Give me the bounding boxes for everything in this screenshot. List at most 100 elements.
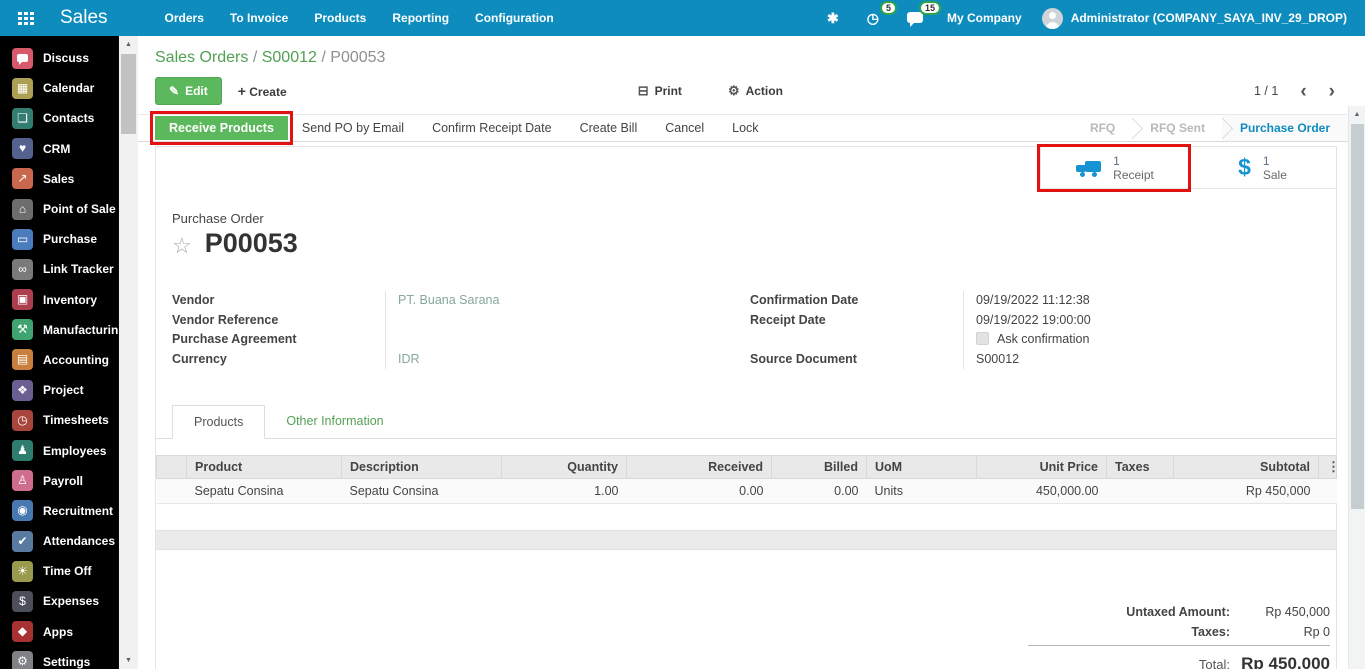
scroll-down-icon[interactable]: ▼ bbox=[119, 657, 138, 664]
sidebar-item-discuss[interactable]: Discuss bbox=[0, 43, 118, 73]
sidebar-item-project[interactable]: ❖ Project bbox=[0, 375, 118, 405]
product-cell: Sepatu Consina bbox=[186, 478, 342, 504]
scroll-up-icon[interactable]: ▲ bbox=[119, 41, 138, 48]
sidebar-item-accounting[interactable]: ▤ Accounting bbox=[0, 345, 118, 375]
top-navbar: Sales Orders To Invoice Products Reporti… bbox=[0, 0, 1365, 36]
subtotal-cell: Rp 450,000 bbox=[1173, 478, 1319, 504]
sidebar-item-point-of-sale[interactable]: ⌂ Point of Sale bbox=[0, 194, 118, 224]
edit-button[interactable]: ✎ Edit bbox=[155, 77, 222, 105]
time-off-icon: ☀ bbox=[12, 560, 33, 582]
sidebar-item-settings[interactable]: ⚙ Settings bbox=[0, 647, 118, 669]
title-block: Purchase Order ☆ P00053 bbox=[156, 189, 1336, 257]
sidebar-item-timesheets[interactable]: ◷ Timesheets bbox=[0, 405, 118, 435]
ask-confirmation-checkbox[interactable] bbox=[976, 332, 989, 345]
product-column-header: Product bbox=[186, 455, 342, 479]
billed-cell: 0.00 bbox=[771, 478, 867, 504]
sale-stat-button[interactable]: $ 1 Sale bbox=[1188, 147, 1336, 189]
sidebar-item-attendances[interactable]: ✔ Attendances bbox=[0, 526, 118, 556]
content-scrollbar[interactable]: ▲ bbox=[1348, 106, 1365, 669]
step-purchase-order[interactable]: Purchase Order bbox=[1221, 115, 1348, 141]
sidebar-item-sales[interactable]: ↗ Sales bbox=[0, 164, 118, 194]
field-groups: Vendor PT. Buana Sarana Vendor Reference… bbox=[172, 291, 1320, 369]
untaxed-amount-label: Untaxed Amount: bbox=[1126, 605, 1230, 619]
step-rfq-sent[interactable]: RFQ Sent bbox=[1132, 115, 1223, 141]
right-field-group: Confirmation Date 09/19/2022 11:12:38 Re… bbox=[750, 291, 1320, 369]
table-row[interactable]: Sepatu Consina Sepatu Consina 1.00 0.00 … bbox=[156, 478, 1337, 504]
messages-badge: 15 bbox=[918, 1, 941, 15]
print-button[interactable]: ⊟ Print bbox=[638, 83, 682, 99]
sidebar-item-label: Recruitment bbox=[43, 503, 114, 518]
favorite-star-icon[interactable]: ☆ bbox=[172, 235, 192, 257]
payroll-icon: ♙ bbox=[12, 470, 33, 492]
chat-bubble-icon bbox=[907, 12, 923, 27]
breadcrumb-sales-orders[interactable]: Sales Orders bbox=[155, 49, 248, 66]
sidebar-item-expenses[interactable]: $ Expenses bbox=[0, 586, 118, 616]
sidebar-item-label: Time Off bbox=[43, 564, 92, 579]
lock-button[interactable]: Lock bbox=[718, 115, 772, 141]
handle-column-header bbox=[156, 455, 187, 479]
apps-grid-icon[interactable] bbox=[18, 11, 34, 25]
messages-icon[interactable]: 15 bbox=[903, 1, 941, 27]
unit-price-cell: 450,000.00 bbox=[976, 478, 1107, 504]
receive-products-button[interactable]: Receive Products bbox=[150, 111, 293, 145]
expenses-icon: $ bbox=[12, 590, 33, 612]
receipt-count: 1 bbox=[1113, 153, 1120, 168]
currency-value[interactable]: IDR bbox=[385, 349, 750, 369]
breadcrumb-s00012[interactable]: S00012 bbox=[262, 49, 317, 66]
scroll-up-icon[interactable]: ▲ bbox=[1349, 111, 1365, 118]
column-options-icon[interactable]: ⋮ bbox=[1327, 459, 1336, 474]
sidebar-item-purchase[interactable]: ▭ Purchase bbox=[0, 224, 118, 254]
pager-previous-icon[interactable]: ‹ bbox=[1300, 82, 1306, 101]
sidebar-item-payroll[interactable]: ♙ Payroll bbox=[0, 466, 118, 496]
tab-products[interactable]: Products bbox=[172, 405, 266, 439]
create-button[interactable]: + Create bbox=[238, 83, 287, 99]
sidebar-item-inventory[interactable]: ▣ Inventory bbox=[0, 285, 118, 315]
sidebar-item-crm[interactable]: ♥ CRM bbox=[0, 134, 118, 164]
edit-label: Edit bbox=[185, 84, 208, 98]
tab-other-information[interactable]: Other Information bbox=[265, 405, 404, 438]
billed-column-header: Billed bbox=[771, 455, 867, 479]
empty-label bbox=[750, 330, 963, 350]
sidebar-scrollbar[interactable]: ▲ ▼ bbox=[118, 36, 138, 669]
menu-reporting[interactable]: Reporting bbox=[379, 0, 462, 36]
content-scrollbar-thumb[interactable] bbox=[1351, 124, 1364, 509]
activities-icon[interactable]: ◷ 5 bbox=[863, 1, 897, 27]
sidebar-item-time-off[interactable]: ☀ Time Off bbox=[0, 556, 118, 586]
debug-icon[interactable]: ✱ bbox=[823, 9, 843, 27]
sidebar-item-contacts[interactable]: ❏ Contacts bbox=[0, 103, 118, 133]
sidebar-item-recruitment[interactable]: ◉ Recruitment bbox=[0, 496, 118, 526]
quantity-cell: 1.00 bbox=[501, 478, 627, 504]
vendor-value[interactable]: PT. Buana Sarana bbox=[385, 291, 750, 311]
company-switcher[interactable]: My Company bbox=[947, 11, 1022, 25]
link-tracker-icon: ∞ bbox=[12, 258, 33, 280]
sidebar-item-label: Point of Sale bbox=[43, 202, 116, 217]
receipt-stat-button[interactable]: 1 Receipt bbox=[1037, 144, 1191, 192]
sidebar-item-employees[interactable]: ♟ Employees bbox=[0, 435, 118, 465]
sidebar-item-label: Link Tracker bbox=[43, 262, 114, 277]
menu-configuration[interactable]: Configuration bbox=[462, 0, 567, 36]
sidebar-item-link-tracker[interactable]: ∞ Link Tracker bbox=[0, 254, 118, 284]
total-label: Total: bbox=[1198, 656, 1230, 669]
pencil-icon: ✎ bbox=[169, 84, 180, 98]
create-bill-button[interactable]: Create Bill bbox=[566, 115, 652, 141]
receipt-date-value: 09/19/2022 19:00:00 bbox=[963, 310, 1320, 330]
sidebar-item-manufacturing[interactable]: ⚒ Manufacturing bbox=[0, 315, 118, 345]
sidebar-item-label: Calendar bbox=[43, 81, 95, 96]
menu-orders[interactable]: Orders bbox=[152, 0, 217, 36]
sidebar-item-calendar[interactable]: ▦ Calendar bbox=[0, 73, 118, 103]
action-button[interactable]: ⚙ Action bbox=[728, 83, 783, 99]
confirmation-date-label: Confirmation Date bbox=[750, 293, 859, 307]
send-po-by-email-button[interactable]: Send PO by Email bbox=[288, 115, 418, 141]
menu-to-invoice[interactable]: To Invoice bbox=[217, 0, 301, 36]
user-menu[interactable]: Administrator (COMPANY_SAYA_INV_29_DROP) bbox=[1041, 7, 1347, 29]
pager-next-icon[interactable]: › bbox=[1329, 82, 1335, 101]
sidebar-scrollbar-thumb[interactable] bbox=[121, 54, 136, 134]
sale-count: 1 bbox=[1262, 153, 1270, 168]
pager-counter: 1 / 1 bbox=[1254, 84, 1279, 98]
cancel-button[interactable]: Cancel bbox=[651, 115, 718, 141]
sidebar-item-apps[interactable]: ◆ Apps bbox=[0, 617, 118, 647]
menu-products[interactable]: Products bbox=[301, 0, 379, 36]
clock-icon: ◷ bbox=[866, 10, 879, 26]
confirm-receipt-date-button[interactable]: Confirm Receipt Date bbox=[418, 115, 566, 141]
taxes-column-header: Taxes bbox=[1106, 455, 1174, 479]
